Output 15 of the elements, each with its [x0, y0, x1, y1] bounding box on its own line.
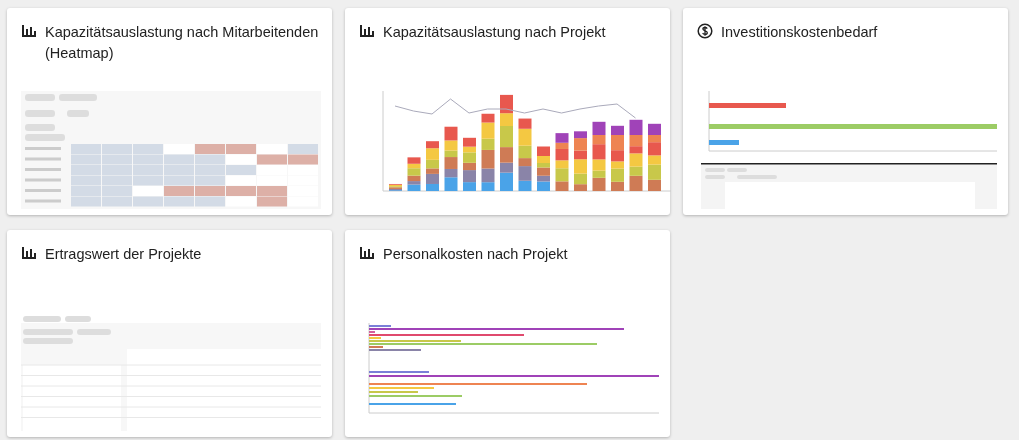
bar-chart-icon: [21, 23, 37, 39]
card-title: Kapazitätsauslastung nach Mitarbeitenden (Heatmap): [45, 23, 320, 63]
dashboard-card[interactable]: Kapazitätsauslastung nach Mitarbeitenden (Heatmap): [7, 8, 332, 215]
dashboard-card[interactable]: Ertragswert der Projekte: [7, 230, 332, 437]
card-title: Kapazitätsauslastung nach Projekt: [383, 23, 606, 42]
card-title: Investitionskostenbedarf: [721, 23, 878, 42]
dashboard-card[interactable]: Personalkosten nach Projekt: [345, 230, 670, 437]
dashboard-card[interactable]: Investitionskostenbedarf: [683, 8, 1008, 215]
card-title: Personalkosten nach Projekt: [383, 245, 568, 264]
bar-chart-icon: [359, 245, 375, 261]
card-title: Ertragswert der Projekte: [45, 245, 202, 264]
dashboard-card[interactable]: Kapazitätsauslastung nach Projekt: [345, 8, 670, 215]
dollar-icon: [697, 23, 713, 39]
bar-chart-icon: [21, 245, 37, 261]
bar-chart-icon: [359, 23, 375, 39]
